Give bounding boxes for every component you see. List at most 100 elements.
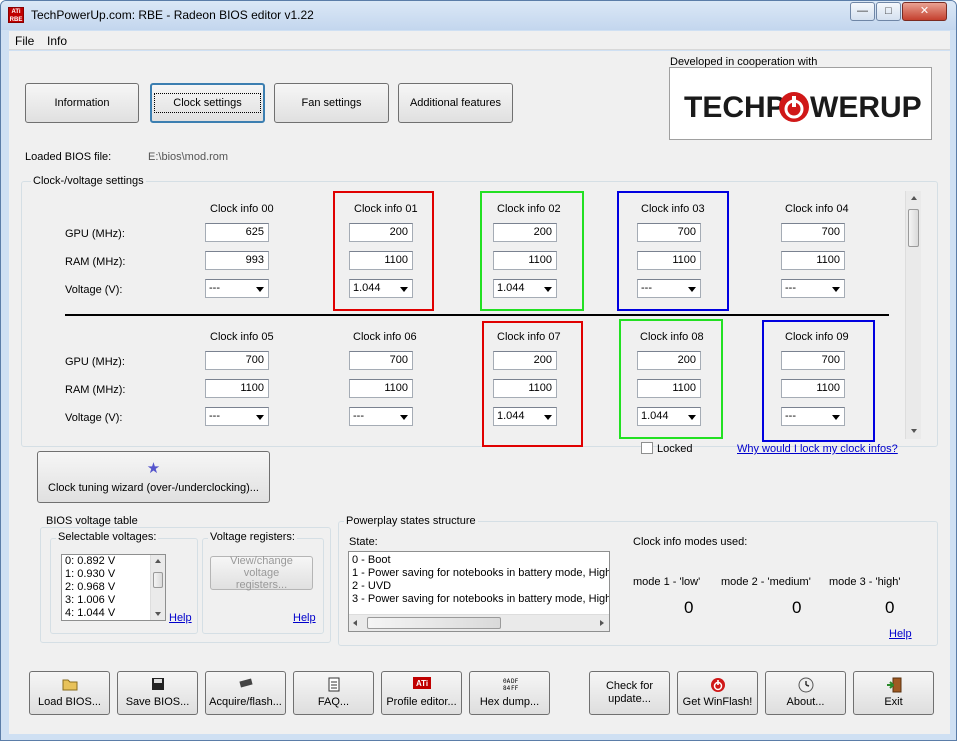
chevron-down-icon[interactable] (911, 429, 917, 433)
clock-info-05-gpu-field[interactable]: 700 (205, 351, 269, 370)
clock-info-03-gpu-field[interactable]: 700 (637, 223, 701, 242)
voltage-table-help-link[interactable]: Help (169, 612, 192, 624)
clock-info-08-voltage-select[interactable]: 1.044 (637, 407, 701, 426)
clock-info-02-voltage-select[interactable]: 1.044 (493, 279, 557, 298)
voltage-registers-label: Voltage registers: (208, 531, 297, 543)
clock-info-01-gpu-field[interactable]: 200 (349, 223, 413, 242)
clock-icon (766, 677, 845, 693)
hex-dump-label: Hex dump... (479, 696, 540, 708)
tab-clock-settings[interactable]: Clock settings (150, 83, 265, 123)
clock-info-05-voltage-select[interactable]: --- (205, 407, 269, 426)
scrollbar-thumb[interactable] (153, 572, 163, 588)
chevron-down-icon (256, 415, 264, 420)
clock-info-03-voltage-select[interactable]: --- (637, 279, 701, 298)
powerplay-state-item[interactable]: 0 - Boot (349, 554, 609, 567)
clock-info-09-voltage-select[interactable]: --- (781, 407, 845, 426)
clock-info-00-gpu-field[interactable]: 625 (205, 223, 269, 242)
view-voltage-registers-button[interactable]: View/change voltage registers... (210, 555, 313, 591)
maximize-button[interactable]: □ (876, 2, 901, 21)
svg-text:ATi: ATi (416, 679, 428, 688)
mode-3-label: mode 3 - 'high' (829, 576, 901, 588)
clock-info-06-gpu-field[interactable]: 700 (349, 351, 413, 370)
profile-editor-label: Profile editor... (386, 696, 457, 708)
clock-info-04-gpu-field[interactable]: 700 (781, 223, 845, 242)
clock-info-04-voltage-select[interactable]: --- (781, 279, 845, 298)
clock-info-00-voltage-select[interactable]: --- (205, 279, 269, 298)
save-bios-button[interactable]: Save BIOS... (117, 671, 198, 715)
menu-info[interactable]: Info (47, 34, 67, 48)
chevron-down-icon[interactable] (155, 612, 161, 616)
save-bios-label: Save BIOS... (125, 696, 190, 708)
faq-button[interactable]: FAQ... (293, 671, 374, 715)
bios-file-path: E:\bios\mod.rom (148, 151, 229, 163)
floppy-disk-icon (118, 677, 197, 693)
powerplay-state-item[interactable]: 1 - Power saving for notebooks in batter… (349, 567, 609, 580)
bios-file-label: Loaded BIOS file: (25, 151, 112, 163)
load-bios-button[interactable]: Load BIOS... (29, 671, 110, 715)
acquire-flash-label: Acquire/flash... (209, 696, 282, 708)
gpu-row-label: GPU (MHz): (65, 356, 125, 368)
clock-tuning-wizard-button[interactable]: ★ Clock tuning wizard (over-/underclocki… (37, 451, 270, 503)
powerplay-state-list[interactable]: 0 - Boot 1 - Power saving for notebooks … (348, 551, 610, 632)
clock-info-01-ram-field[interactable]: 1100 (349, 251, 413, 270)
profile-editor-button[interactable]: ATi Profile editor... (381, 671, 462, 715)
tab-fan-settings[interactable]: Fan settings (274, 83, 389, 123)
menu-file[interactable]: File (15, 34, 34, 48)
clock-info-06-voltage-select[interactable]: --- (349, 407, 413, 426)
clock-info-00-ram-field[interactable]: 993 (205, 251, 269, 270)
chevron-up-icon[interactable] (911, 196, 917, 200)
load-bios-label: Load BIOS... (38, 696, 101, 708)
clock-info-02-ram-field[interactable]: 1100 (493, 251, 557, 270)
clock-info-08-ram-field[interactable]: 1100 (637, 379, 701, 398)
mode-2-value: 0 (792, 598, 802, 617)
clock-info-08-gpu-field[interactable]: 200 (637, 351, 701, 370)
powerplay-horizontal-scrollbar[interactable] (349, 614, 609, 631)
tab-additional-features[interactable]: Additional features (398, 83, 513, 123)
clock-info-06-ram-field[interactable]: 1100 (349, 379, 413, 398)
scrollbar-thumb[interactable] (908, 209, 919, 247)
voltage-registers-help-link[interactable]: Help (293, 612, 316, 624)
mode-1-value: 0 (684, 598, 694, 617)
faq-label: FAQ... (317, 696, 350, 708)
clock-info-09-ram-field[interactable]: 1100 (781, 379, 845, 398)
clock-scrollbar[interactable] (905, 191, 921, 439)
locked-checkbox[interactable] (641, 442, 653, 454)
lock-help-link[interactable]: Why would I lock my clock infos? (737, 443, 898, 455)
minimize-button[interactable]: — (850, 2, 875, 21)
chevron-down-icon (832, 287, 840, 292)
clock-info-07-voltage-select[interactable]: 1.044 (493, 407, 557, 426)
clock-info-07-ram-field[interactable]: 1100 (493, 379, 557, 398)
powerplay-help-link[interactable]: Help (889, 628, 912, 640)
get-winflash-label: Get WinFlash! (682, 696, 753, 708)
scrollbar-thumb[interactable] (367, 617, 501, 629)
svg-text:84: 84 (503, 685, 511, 691)
clock-info-04-ram-field[interactable]: 1100 (781, 251, 845, 270)
voltage-row-label: Voltage (V): (65, 284, 123, 296)
chevron-down-icon (544, 415, 552, 420)
voltage-list[interactable]: 0: 0.892 V 1: 0.930 V 2: 0.968 V 3: 1.00… (61, 554, 166, 621)
clock-info-07-gpu-field[interactable]: 200 (493, 351, 557, 370)
chevron-right-icon[interactable] (600, 620, 604, 626)
chevron-left-icon[interactable] (353, 620, 357, 626)
exit-door-icon (854, 677, 933, 693)
chevron-up-icon[interactable] (155, 559, 161, 563)
about-button[interactable]: About... (765, 671, 846, 715)
clock-info-02-gpu-field[interactable]: 200 (493, 223, 557, 242)
powerplay-state-item[interactable]: 3 - Power saving for notebooks in batter… (349, 593, 609, 606)
check-update-button[interactable]: Check for update... (589, 671, 670, 715)
get-winflash-button[interactable]: Get WinFlash! (677, 671, 758, 715)
voltage-list-scrollbar[interactable] (150, 555, 165, 620)
clock-info-09-gpu-field[interactable]: 700 (781, 351, 845, 370)
exit-button[interactable]: Exit (853, 671, 934, 715)
clock-info-01-voltage-select[interactable]: 1.044 (349, 279, 413, 298)
techpowerup-logo[interactable]: TECHP WERUP (669, 67, 932, 140)
tab-information[interactable]: Information (25, 83, 139, 123)
powerplay-state-item[interactable]: 2 - UVD (349, 580, 609, 593)
clock-info-03-ram-field[interactable]: 1100 (637, 251, 701, 270)
clock-modes-label: Clock info modes used: (633, 536, 748, 548)
clock-info-05-ram-field[interactable]: 1100 (205, 379, 269, 398)
close-button[interactable]: ✕ (902, 2, 947, 21)
acquire-flash-button[interactable]: Acquire/flash... (205, 671, 286, 715)
hex-dump-button[interactable]: 0A DF 84 FF Hex dump... (469, 671, 550, 715)
clock-info-05-title: Clock info 05 (210, 331, 274, 343)
